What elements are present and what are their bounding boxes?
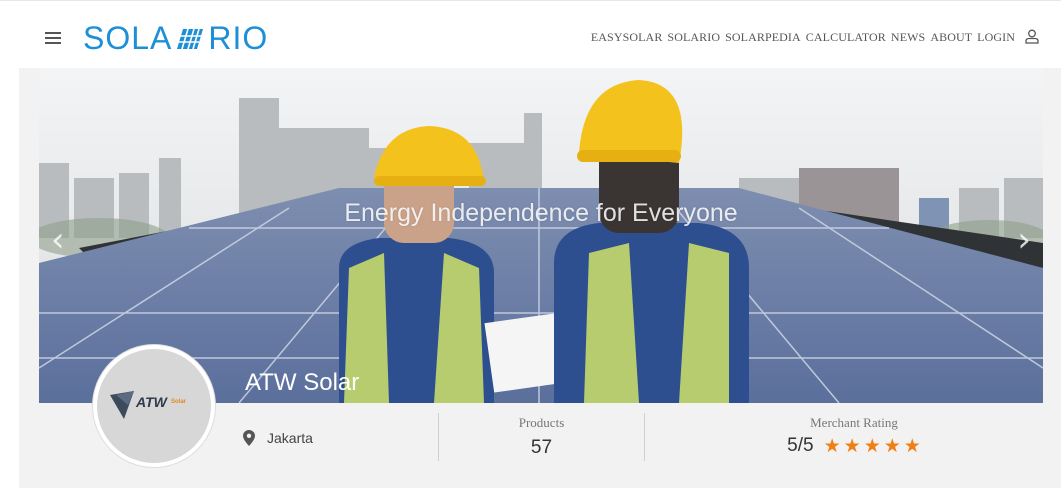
products-label: Products [518,415,565,430]
nav-easysolar[interactable]: EASYSOLAR [591,30,663,45]
banner-carousel: Energy Independence for Everyone ‹ › ATW… [39,68,1043,403]
banner-slogan: Energy Independence for Everyone [344,199,738,227]
star-icon: ★ [823,435,841,457]
star-icon: ★ [843,435,861,457]
nav-solario[interactable]: SOLARIO [667,30,720,45]
star-icon: ★ [883,435,901,457]
merchant-name: ATW Solar [245,369,360,396]
products-count: 57 [530,437,553,458]
rating-row: 5/5 ★ ★ ★ ★ ★ [719,435,989,457]
rating-value: 5/5 [787,435,814,456]
rating-label: Merchant Rating [810,415,898,430]
nav-login[interactable]: LOGIN [977,30,1015,45]
rating-stars: ★ ★ ★ ★ ★ [824,436,921,456]
divider [644,413,645,461]
chevron-left-icon[interactable]: ‹ [51,223,65,257]
merchant-logo: ATW Solar [97,349,211,463]
nav-news[interactable]: NEWS [891,30,925,45]
divider [438,413,439,461]
atw-logo-icon: ATW Solar [110,391,187,419]
rating-stat: Merchant Rating 5/5 ★ ★ ★ ★ ★ [719,415,989,457]
nav-calculator[interactable]: CALCULATOR [806,30,886,45]
banner-photo [39,68,1043,403]
merchant-logo-text: ATW [135,394,169,410]
merchant-avatar: ATW Solar [92,344,216,468]
merchant-location: Jakarta [243,430,313,446]
user-icon[interactable] [1025,29,1039,44]
site-logo[interactable]: SOLA RIO [83,21,268,55]
logo-text-left: SOLA [83,20,173,56]
merchant-hero: Energy Independence for Everyone ‹ › ATW… [19,68,1061,488]
star-icon: ★ [903,435,921,457]
logo-text-right: RIO [208,20,269,56]
solar-panel-icon [177,28,204,50]
location-text: Jakarta [267,430,313,446]
site-header: SOLA RIO EASYSOLAR SOLARIO SOLARPEDIA CA… [0,0,1061,68]
hamburger-menu-icon[interactable] [45,32,61,44]
products-stat: Products 57 [469,415,614,459]
star-icon: ★ [863,435,881,457]
map-pin-icon [243,430,255,446]
main-nav: EASYSOLAR SOLARIO SOLARPEDIA CALCULATOR … [591,30,1015,45]
chevron-right-icon[interactable]: › [1017,223,1031,257]
nav-about[interactable]: ABOUT [930,30,972,45]
nav-solarpedia[interactable]: SOLARPEDIA [725,30,801,45]
merchant-logo-subtext: Solar [171,399,187,405]
